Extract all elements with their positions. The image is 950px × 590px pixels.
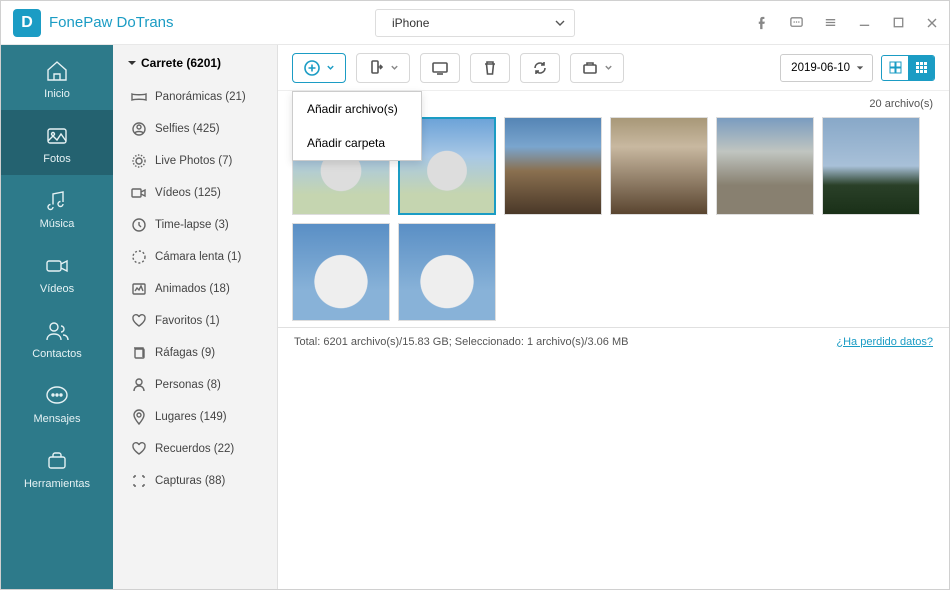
delete-button[interactable] [470,53,510,83]
videos-icon [44,253,70,279]
person-icon [131,377,147,393]
date-picker[interactable]: 2019-06-10 [780,54,873,82]
photo-thumb[interactable] [610,117,708,215]
album-videos[interactable]: Vídeos (125) [113,177,277,209]
album-animados[interactable]: Animados (18) [113,273,277,305]
refresh-icon [531,59,549,77]
app-title: FonePaw DoTrans [49,14,174,31]
pc-export-icon [431,59,449,77]
album-personas[interactable]: Personas (8) [113,369,277,401]
toolbar: 2019-06-10 Añadir archivo(s) Añadir carp… [278,45,949,91]
chevron-down-icon [390,63,399,72]
memories-icon [131,441,147,457]
album-favoritos[interactable]: Favoritos (1) [113,305,277,337]
menu-icon[interactable] [813,1,847,45]
livephoto-icon [131,153,147,169]
add-files-item[interactable]: Añadir archivo(s) [293,92,421,126]
gif-icon [131,281,147,297]
app-logo: D [13,9,41,37]
home-icon [44,58,70,84]
nav-label: Contactos [32,348,82,360]
view-large-grid[interactable] [882,56,908,80]
export-device-button[interactable] [356,53,410,83]
music-icon [44,188,70,214]
location-icon [131,409,147,425]
photo-thumb[interactable] [822,117,920,215]
album-slomo[interactable]: Cámara lenta (1) [113,241,277,273]
nav-label: Herramientas [24,478,90,490]
tools-icon [44,448,70,474]
album-lugares[interactable]: Lugares (149) [113,401,277,433]
photos-icon [44,123,70,149]
nav-messages[interactable]: Mensajes [1,370,113,435]
device-name: iPhone [386,16,544,30]
nav-music[interactable]: Música [1,175,113,240]
left-nav: Inicio Fotos Música Vídeos Contactos Men… [1,45,113,589]
photo-thumb[interactable] [398,223,496,321]
status-text: Total: 6201 archivo(s)/15.83 GB; Selecci… [294,336,628,348]
chevron-down-icon [604,63,613,72]
feedback-icon[interactable] [779,1,813,45]
photo-thumb[interactable] [292,223,390,321]
nav-tools[interactable]: Herramientas [1,435,113,500]
video-icon [131,185,147,201]
heart-icon [131,313,147,329]
add-folder-item[interactable]: Añadir carpeta [293,126,421,160]
photo-thumb[interactable] [716,117,814,215]
lost-data-link[interactable]: ¿Ha perdido datos? [836,336,933,348]
device-selector[interactable]: iPhone [375,9,575,37]
facebook-icon[interactable] [745,1,779,45]
slomo-icon [131,249,147,265]
nav-label: Mensajes [33,413,80,425]
triangle-down-icon [127,58,137,68]
close-button[interactable] [915,1,949,45]
burst-icon [131,345,147,361]
album-sidebar: Carrete (6201) Panorámicas (21) Selfies … [113,45,278,589]
messages-icon [44,383,70,409]
grid-small-icon [915,61,928,74]
export-pc-button[interactable] [420,53,460,83]
nav-label: Inicio [44,88,70,100]
view-toggle [881,55,935,81]
maximize-button[interactable] [881,1,915,45]
selfie-icon [131,121,147,137]
plus-icon [303,59,321,77]
toolbox-icon [581,59,599,77]
add-dropdown: Añadir archivo(s) Añadir carpeta [292,91,422,161]
contacts-icon [44,318,70,344]
phone-export-icon [367,59,385,77]
album-rafagas[interactable]: Ráfagas (9) [113,337,277,369]
panorama-icon [131,89,147,105]
album-livephotos[interactable]: Live Photos (7) [113,145,277,177]
nav-photos[interactable]: Fotos [1,110,113,175]
album-recuerdos[interactable]: Recuerdos (22) [113,433,277,465]
add-button[interactable] [292,53,346,83]
album-selfies[interactable]: Selfies (425) [113,113,277,145]
view-small-grid[interactable] [908,56,934,80]
nav-label: Fotos [43,153,71,165]
status-bar: Total: 6201 archivo(s)/15.83 GB; Selecci… [278,327,949,355]
trash-icon [481,59,499,77]
file-count: 20 archivo(s) [869,98,933,110]
album-panoramicas[interactable]: Panorámicas (21) [113,81,277,113]
nav-videos[interactable]: Vídeos [1,240,113,305]
album-timelapse[interactable]: Time-lapse (3) [113,209,277,241]
album-capturas[interactable]: Capturas (88) [113,465,277,497]
toolbox-button[interactable] [570,53,624,83]
triangle-down-icon [856,64,864,72]
timelapse-icon [131,217,147,233]
photo-thumb[interactable] [504,117,602,215]
chevron-down-icon [554,17,566,29]
nav-label: Vídeos [40,283,74,295]
chevron-down-icon [326,63,335,72]
nav-home[interactable]: Inicio [1,45,113,110]
grid-large-icon [889,61,902,74]
screenshot-icon [131,473,147,489]
nav-label: Música [40,218,75,230]
album-header[interactable]: Carrete (6201) [113,45,277,81]
album-header-label: Carrete (6201) [141,56,221,70]
minimize-button[interactable] [847,1,881,45]
nav-contacts[interactable]: Contactos [1,305,113,370]
refresh-button[interactable] [520,53,560,83]
